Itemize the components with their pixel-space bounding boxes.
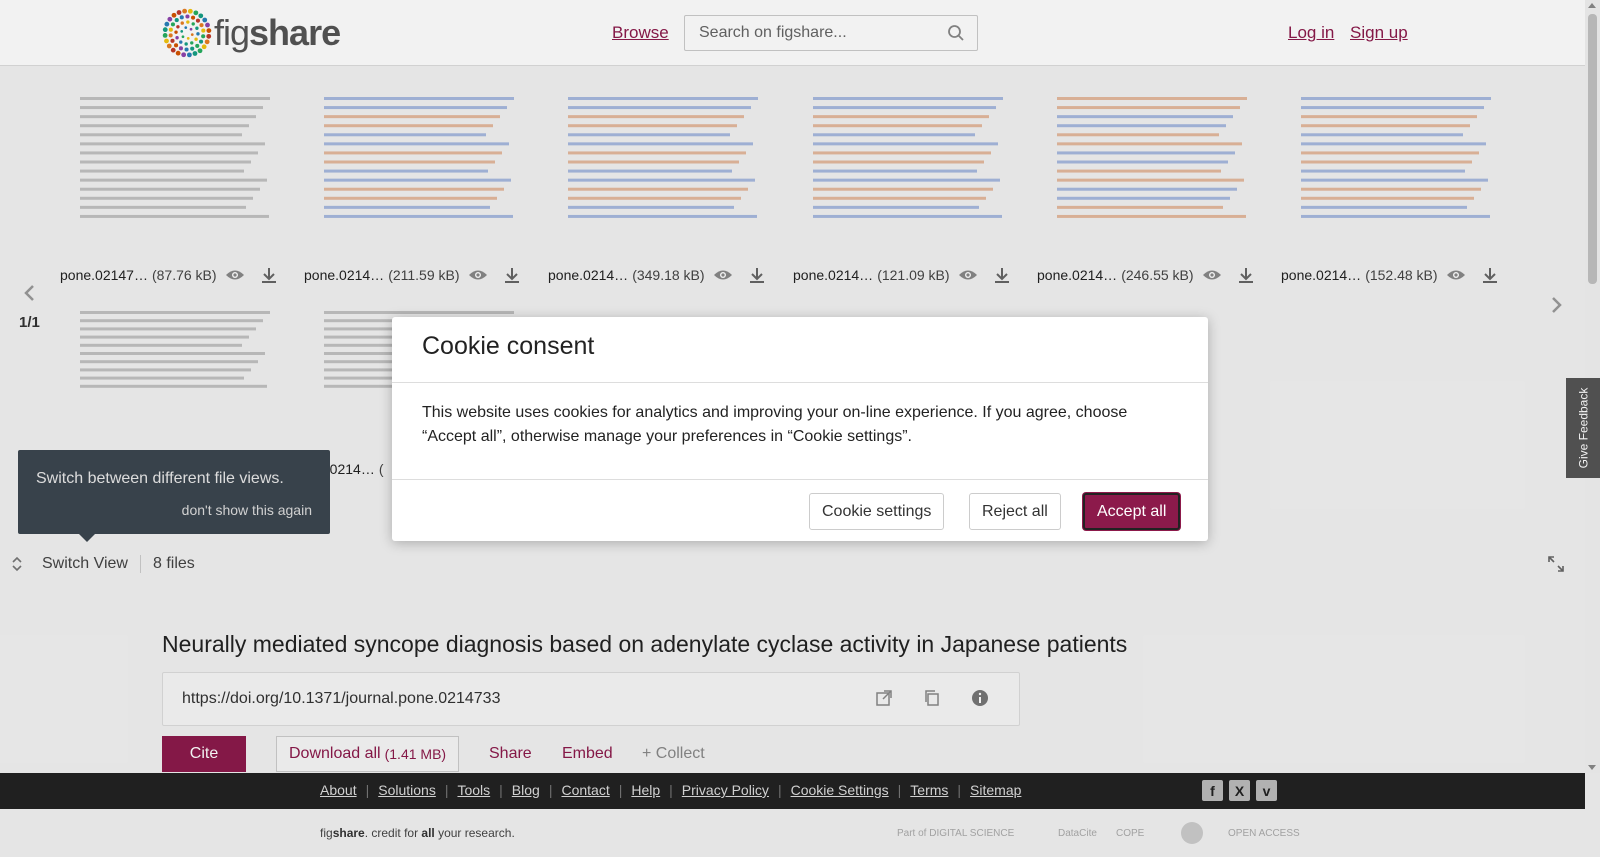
accept-all-button[interactable]: Accept all	[1083, 493, 1181, 530]
dialog-footer: Cookie settings Reject all Accept all	[392, 479, 1208, 541]
dialog-body: This website uses cookies for analytics …	[422, 404, 1128, 445]
cookie-settings-button[interactable]: Cookie settings	[809, 493, 945, 530]
dialog-header: Cookie consent	[392, 317, 1208, 383]
dialog-title: Cookie consent	[422, 332, 595, 360]
cookie-consent-dialog: Cookie consent This website uses cookies…	[392, 317, 1208, 541]
reject-all-button[interactable]: Reject all	[969, 493, 1061, 530]
